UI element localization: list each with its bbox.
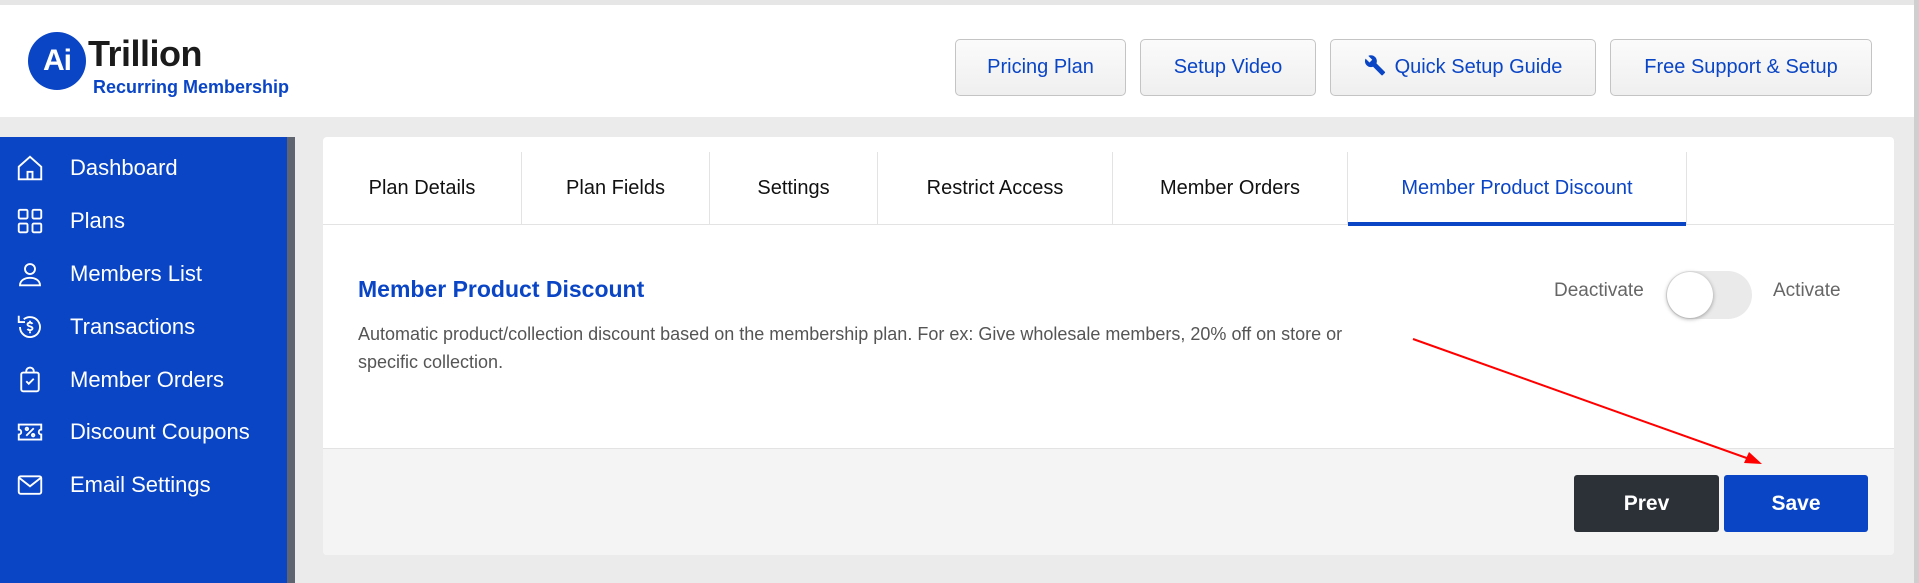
- logo-subtitle: Recurring Membership: [93, 77, 290, 97]
- activate-toggle[interactable]: [1666, 271, 1752, 319]
- sidebar: Dashboard Plans Members List Transaction…: [0, 137, 295, 583]
- sidebar-item-member-orders[interactable]: Member Orders: [0, 355, 287, 405]
- tab-plan-fields[interactable]: Plan Fields: [522, 152, 710, 225]
- tab-member-product-discount[interactable]: Member Product Discount: [1348, 152, 1687, 226]
- tab-label: Member Orders: [1159, 177, 1301, 199]
- sidebar-item-label: Email Settings: [70, 472, 211, 497]
- mail-icon: [14, 469, 46, 501]
- quick-setup-guide-button[interactable]: Quick Setup Guide: [1330, 39, 1596, 96]
- sidebar-item-label: Members List: [70, 261, 203, 286]
- section-title: Member Product Discount: [358, 276, 645, 302]
- grid-icon: [14, 205, 46, 237]
- deactivate-label: Deactivate: [1554, 280, 1644, 301]
- home-icon: [14, 152, 46, 184]
- sidebar-item-label: Plans: [70, 208, 126, 233]
- setup-video-button[interactable]: Setup Video: [1140, 39, 1316, 96]
- tab-settings[interactable]: Settings: [710, 152, 878, 225]
- section-description: Automatic product/collection discount ba…: [358, 324, 1343, 372]
- free-support-label: Free Support & Setup: [1644, 56, 1838, 78]
- sidebar-item-label: Transactions: [70, 314, 196, 339]
- plan-editor-card: Plan Details Plan Fields Settings Restri…: [323, 137, 1894, 555]
- bag-check-icon: [14, 364, 46, 396]
- logo-mark: Ai: [28, 32, 86, 90]
- setup-video-label: Setup Video: [1173, 56, 1283, 78]
- sidebar-item-members-list[interactable]: Members List: [0, 249, 287, 299]
- free-support-button[interactable]: Free Support & Setup: [1610, 39, 1872, 96]
- app-header: Ai Trillion Recurring Membership Pricing…: [0, 0, 1919, 117]
- tab-restrict-access[interactable]: Restrict Access: [878, 152, 1113, 225]
- toggle-knob: [1667, 272, 1713, 318]
- sidebar-item-label: Discount Coupons: [70, 419, 250, 444]
- prev-button[interactable]: Prev: [1574, 475, 1719, 532]
- tab-member-orders[interactable]: Member Orders: [1113, 152, 1348, 225]
- pricing-plan-label: Pricing Plan: [987, 56, 1094, 78]
- tab-label: Plan Fields: [566, 177, 665, 199]
- quick-setup-guide-label: Quick Setup Guide: [1394, 56, 1563, 78]
- sidebar-item-email-settings[interactable]: Email Settings: [0, 460, 287, 510]
- sidebar-item-transactions[interactable]: Transactions: [0, 302, 287, 352]
- sidebar-item-dashboard[interactable]: Dashboard: [0, 143, 287, 193]
- coupon-icon: [14, 416, 46, 448]
- dollar-refresh-icon: [14, 311, 46, 343]
- save-button[interactable]: Save: [1724, 475, 1868, 532]
- tab-plan-details[interactable]: Plan Details: [323, 152, 522, 225]
- tab-label: Member Product Discount: [1401, 177, 1633, 199]
- tab-label: Plan Details: [368, 177, 476, 199]
- plan-tabs: Plan Details Plan Fields Settings Restri…: [323, 152, 1894, 226]
- sidebar-item-label: Member Orders: [70, 367, 225, 392]
- sidebar-item-label: Dashboard: [70, 155, 178, 180]
- wrench-icon: [1364, 54, 1386, 82]
- app-logo[interactable]: Ai Trillion Recurring Membership: [28, 28, 298, 98]
- sidebar-item-plans[interactable]: Plans: [0, 196, 287, 246]
- logo-title: Trillion: [88, 33, 203, 74]
- pricing-plan-button[interactable]: Pricing Plan: [955, 39, 1126, 96]
- window-edge: [1914, 0, 1919, 583]
- tab-label: Restrict Access: [926, 177, 1064, 199]
- user-icon: [14, 258, 46, 290]
- card-footer: Prev Save: [323, 448, 1894, 555]
- tab-label: Settings: [757, 177, 830, 199]
- activate-label: Activate: [1773, 280, 1841, 301]
- sidebar-item-discount-coupons[interactable]: Discount Coupons: [0, 407, 287, 457]
